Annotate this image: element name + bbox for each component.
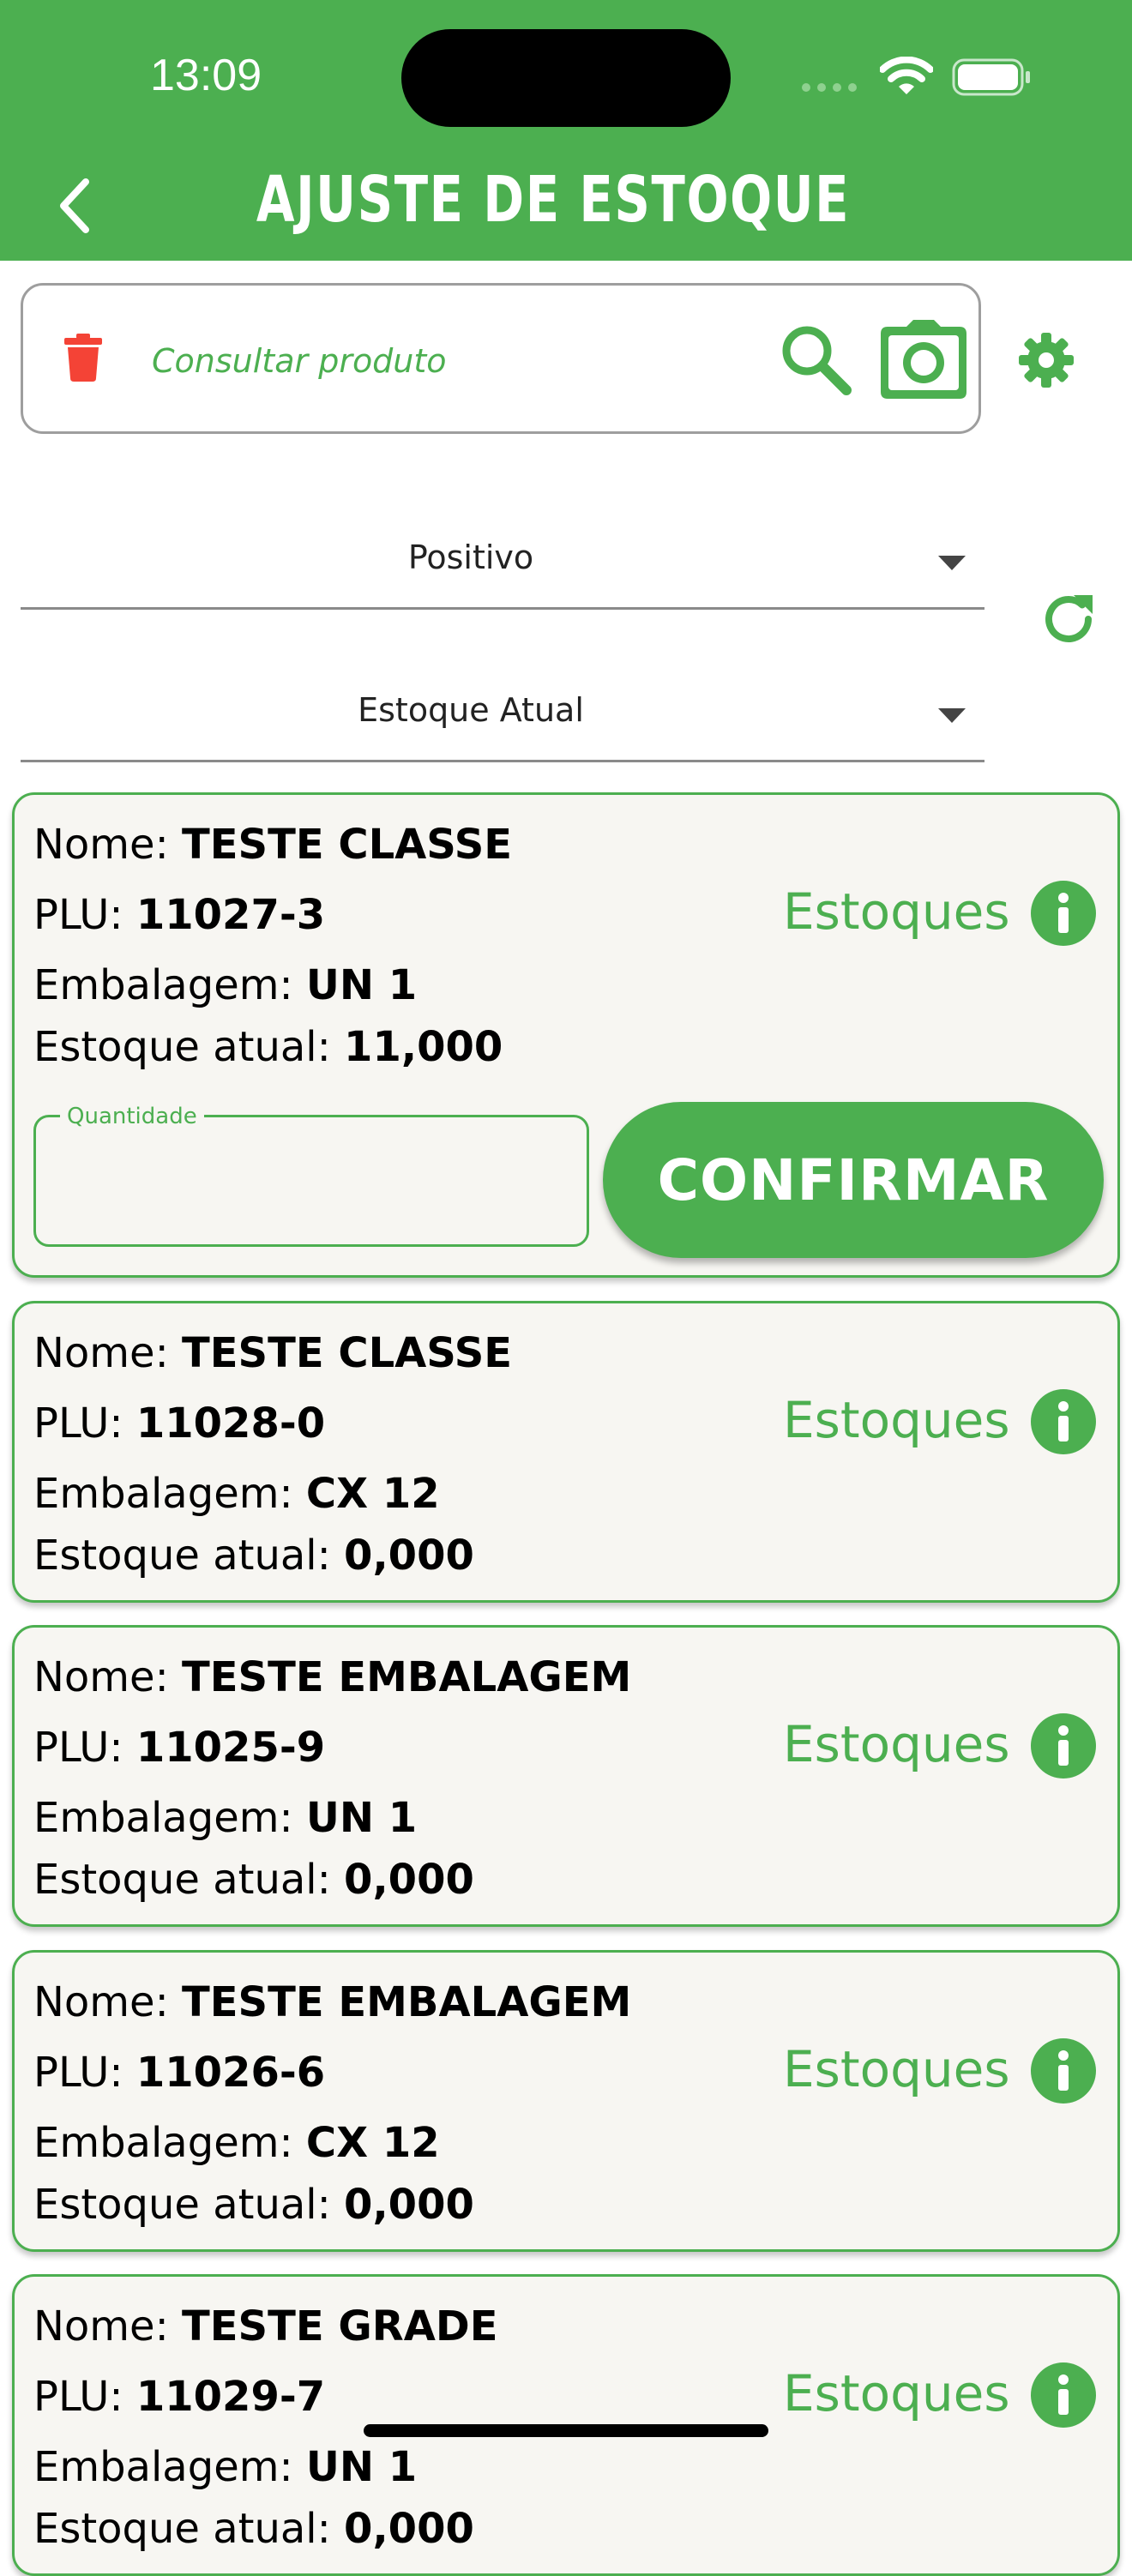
status-time: 13:09 xyxy=(150,51,262,100)
product-name: TESTE CLASSE xyxy=(182,821,513,869)
product-card[interactable]: Nome: TESTE EMBALAGEM PLU: 11025-9 Embal… xyxy=(12,1625,1120,1927)
adjustment-type-select[interactable]: Positivo xyxy=(21,504,984,610)
product-package-row: Embalagem: CX 12 xyxy=(33,1470,440,1518)
gear-icon[interactable] xyxy=(1015,329,1077,391)
stocks-link[interactable]: Estoques xyxy=(783,2040,1010,2098)
name-label: Nome: xyxy=(33,1978,182,2026)
product-stock-row: Estoque atual: 0,000 xyxy=(33,2505,474,2553)
product-plu: 11026-6 xyxy=(135,2049,326,2097)
product-card[interactable]: Nome: TESTE CLASSE PLU: 11027-3 Embalage… xyxy=(12,792,1120,1278)
stock-label: Estoque atual: xyxy=(33,1023,345,1071)
stock-label: Estoque atual: xyxy=(33,1532,345,1580)
refresh-icon[interactable] xyxy=(1039,590,1098,648)
product-package-row: Embalagem: UN 1 xyxy=(33,961,417,1009)
package-label: Embalagem: xyxy=(33,961,306,1009)
product-plu-row: PLU: 11028-0 xyxy=(33,1399,325,1447)
product-package: CX 12 xyxy=(305,1470,440,1518)
battery-icon xyxy=(952,58,1030,96)
product-name-row: Nome: TESTE CLASSE xyxy=(33,1329,512,1377)
product-stock: 0,000 xyxy=(344,2505,474,2553)
info-icon[interactable] xyxy=(1030,2362,1097,2429)
product-name-row: Nome: TESTE GRADE xyxy=(33,2302,497,2350)
package-label: Embalagem: xyxy=(33,1794,306,1842)
product-package-row: Embalagem: UN 1 xyxy=(33,2443,417,2491)
quantity-input[interactable]: Quantidade xyxy=(33,1104,589,1247)
plu-label: PLU: xyxy=(33,1399,136,1447)
plu-label: PLU: xyxy=(33,2373,136,2421)
quantity-label: Quantidade xyxy=(60,1104,204,1129)
product-package: UN 1 xyxy=(305,2443,418,2491)
info-icon[interactable] xyxy=(1030,2037,1097,2104)
product-stock-row: Estoque atual: 11,000 xyxy=(33,1023,503,1071)
stocks-link[interactable]: Estoques xyxy=(783,2364,1010,2423)
stock-label: Estoque atual: xyxy=(33,2181,345,2229)
product-name-row: Nome: TESTE EMBALAGEM xyxy=(33,1978,631,2026)
info-icon[interactable] xyxy=(1030,1388,1097,1455)
product-stock-row: Estoque atual: 0,000 xyxy=(33,2181,474,2229)
product-plu-row: PLU: 11027-3 xyxy=(33,891,325,939)
product-plu: 11029-7 xyxy=(135,2373,326,2421)
product-package-row: Embalagem: UN 1 xyxy=(33,1794,417,1842)
product-package: UN 1 xyxy=(305,1794,418,1842)
product-name: TESTE CLASSE xyxy=(182,1329,513,1377)
trash-icon[interactable] xyxy=(64,334,102,382)
chevron-down-icon xyxy=(938,556,966,570)
dynamic-island xyxy=(401,29,731,127)
stock-type-select[interactable]: Estoque Atual xyxy=(21,657,984,762)
package-label: Embalagem: xyxy=(33,2119,306,2167)
product-name-row: Nome: TESTE CLASSE xyxy=(33,821,512,869)
product-plu: 11028-0 xyxy=(135,1399,326,1447)
product-stock: 0,000 xyxy=(344,2181,474,2229)
product-package-row: Embalagem: CX 12 xyxy=(33,2119,440,2167)
info-icon[interactable] xyxy=(1030,880,1097,947)
stock-label: Estoque atual: xyxy=(33,2505,345,2553)
stock-type-value: Estoque Atual xyxy=(358,691,584,729)
product-name: TESTE EMBALAGEM xyxy=(182,1653,632,1701)
package-label: Embalagem: xyxy=(33,1470,306,1518)
product-stock: 11,000 xyxy=(344,1023,503,1071)
adjustment-type-value: Positivo xyxy=(407,539,534,576)
cellular-signal-icon xyxy=(802,83,857,92)
product-name: TESTE EMBALAGEM xyxy=(182,1978,632,2026)
product-plu: 11027-3 xyxy=(135,891,326,939)
chevron-down-icon xyxy=(938,708,966,723)
confirm-button[interactable]: CONFIRMAR xyxy=(603,1102,1104,1258)
stocks-link[interactable]: Estoques xyxy=(783,882,1010,941)
package-label: Embalagem: xyxy=(33,2443,306,2491)
product-plu-row: PLU: 11029-7 xyxy=(33,2373,325,2421)
product-plu: 11025-9 xyxy=(135,1724,326,1772)
stock-label: Estoque atual: xyxy=(33,1856,345,1904)
product-stock-row: Estoque atual: 0,000 xyxy=(33,1532,474,1580)
plu-label: PLU: xyxy=(33,2049,136,2097)
camera-icon[interactable] xyxy=(879,318,968,400)
home-indicator xyxy=(364,2424,768,2437)
search-input[interactable]: Consultar produto xyxy=(152,342,447,380)
product-plu-row: PLU: 11026-6 xyxy=(33,2049,325,2097)
stocks-link[interactable]: Estoques xyxy=(783,1391,1010,1449)
product-stock: 0,000 xyxy=(344,1856,474,1904)
plu-label: PLU: xyxy=(33,1724,136,1772)
product-card[interactable]: Nome: TESTE CLASSE PLU: 11028-0 Embalage… xyxy=(12,1301,1120,1603)
name-label: Nome: xyxy=(33,2302,182,2350)
stocks-link[interactable]: Estoques xyxy=(783,1715,1010,1773)
product-plu-row: PLU: 11025-9 xyxy=(33,1724,325,1772)
name-label: Nome: xyxy=(33,821,182,869)
info-icon[interactable] xyxy=(1030,1712,1097,1779)
product-stock-row: Estoque atual: 0,000 xyxy=(33,1856,474,1904)
product-name: TESTE GRADE xyxy=(182,2302,498,2350)
app-header: 13:09 AJUSTE DE ESTOQUE xyxy=(0,0,1132,261)
product-package: UN 1 xyxy=(305,961,418,1009)
product-card[interactable]: Nome: TESTE EMBALAGEM PLU: 11026-6 Embal… xyxy=(12,1950,1120,2252)
wifi-icon xyxy=(880,57,933,94)
plu-label: PLU: xyxy=(33,891,136,939)
page-title: AJUSTE DE ESTOQUE xyxy=(256,163,851,237)
search-icon[interactable] xyxy=(778,322,855,399)
product-name-row: Nome: TESTE EMBALAGEM xyxy=(33,1653,631,1701)
product-package: CX 12 xyxy=(305,2119,440,2167)
product-stock: 0,000 xyxy=(344,1532,474,1580)
search-bar[interactable]: Consultar produto xyxy=(21,283,981,434)
back-button[interactable] xyxy=(48,172,99,240)
name-label: Nome: xyxy=(33,1653,182,1701)
name-label: Nome: xyxy=(33,1329,182,1377)
